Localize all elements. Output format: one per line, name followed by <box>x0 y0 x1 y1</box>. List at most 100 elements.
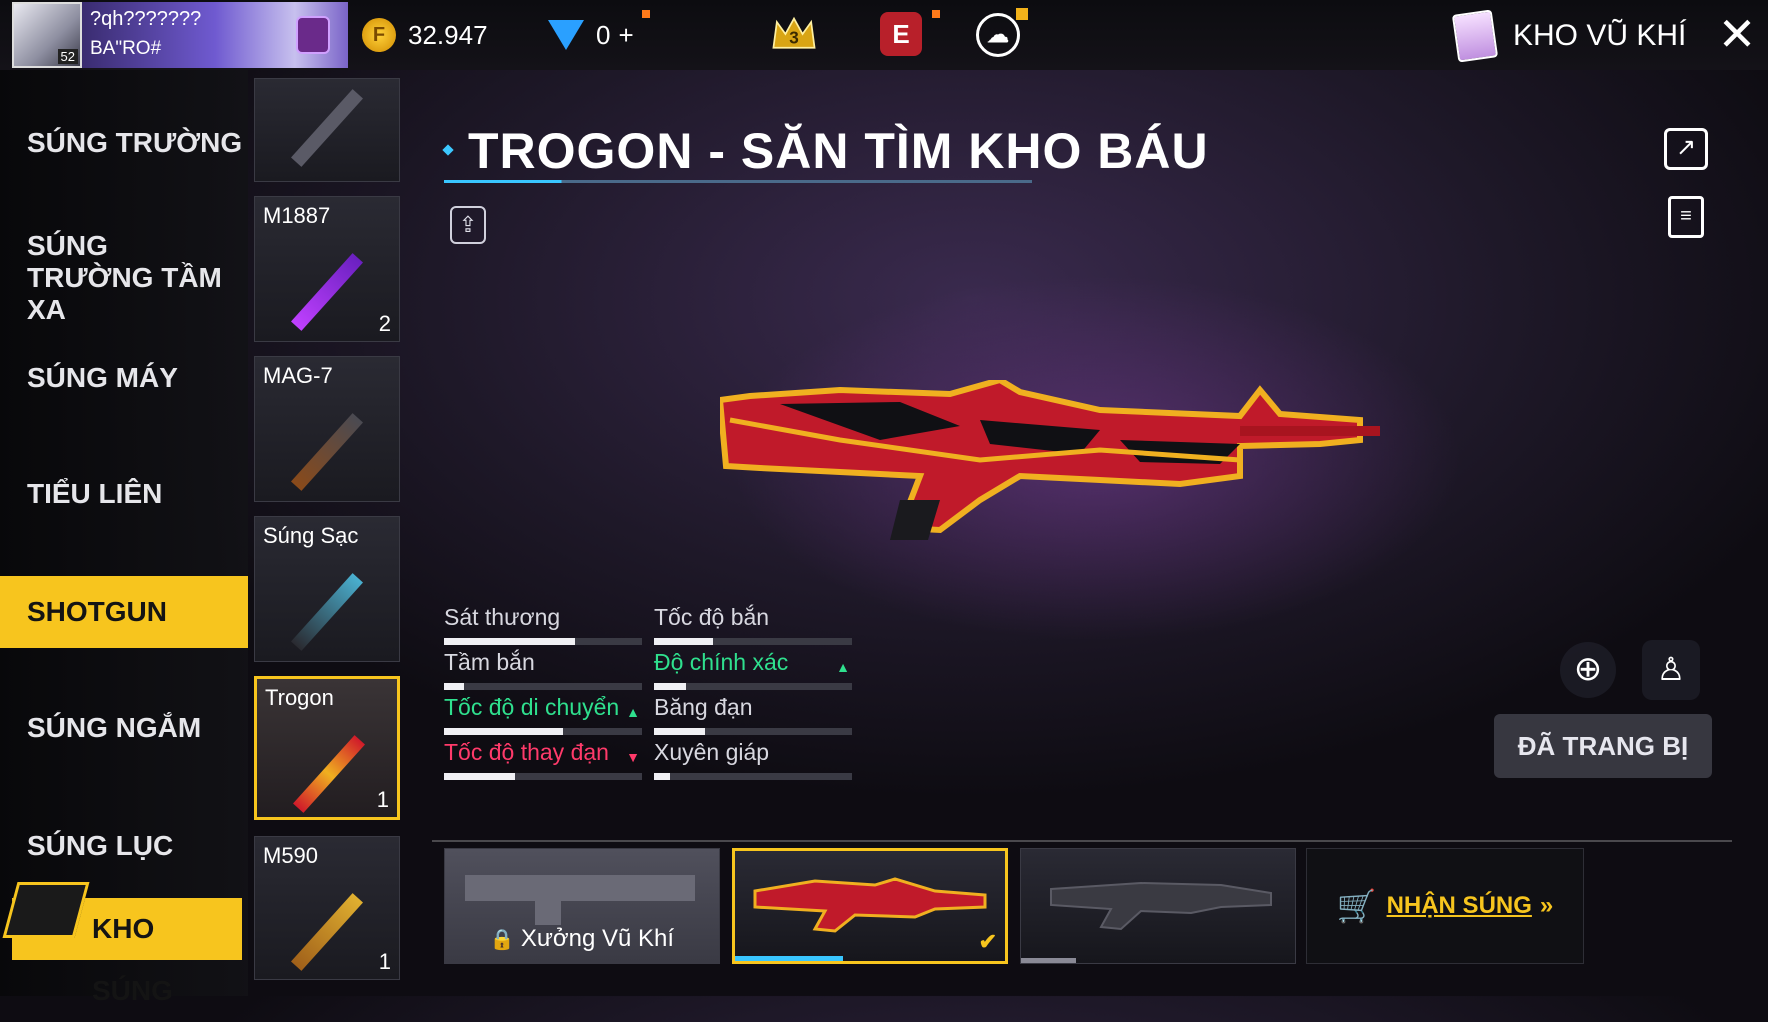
weapon-card-trogon[interactable]: Trogon 1 <box>254 676 400 820</box>
skin-trogon[interactable]: ✔ <box>732 848 1008 964</box>
weapon-card-m1887[interactable]: M1887 2 <box>254 196 400 342</box>
elite-pass-icon[interactable]: E <box>880 12 922 56</box>
lock-icon: 🔒 <box>489 929 515 951</box>
crown-icon: 3 <box>772 16 816 49</box>
share-icon[interactable]: ↗ <box>1664 128 1708 170</box>
double-chevron-icon: » <box>1539 892 1554 919</box>
divider <box>432 840 1732 842</box>
stat-reload-speed: Tốc độ thay đạn ▼ <box>444 739 642 783</box>
player-avatar[interactable]: 52 <box>12 2 82 68</box>
gift-icon <box>1016 8 1028 20</box>
stat-armor-penetration: Xuyên giáp <box>654 739 852 783</box>
cart-icon: 🛒 <box>1336 888 1377 924</box>
category-pistol[interactable]: SÚNG LỤC <box>0 830 248 862</box>
weapon-workshop-slot[interactable]: 🔒 Xưởng Vũ Khí <box>444 848 720 964</box>
weapon-card-mag7[interactable]: MAG-7 <box>254 356 400 502</box>
rank-crown-icon[interactable]: 3 <box>770 10 818 58</box>
diamond-amount: 0 <box>596 19 611 50</box>
diamond-icon <box>548 20 584 50</box>
zoom-in-icon[interactable]: ⊕ <box>1560 642 1616 698</box>
weapon-name: M1887 <box>263 203 331 228</box>
weapon-thumb <box>291 253 363 331</box>
stat-fill <box>654 728 706 735</box>
weapon-name: Trogon <box>265 685 334 710</box>
get-gun-button[interactable]: 🛒 NHẬN SÚNG » <box>1306 848 1584 964</box>
banner-badge-icon <box>296 16 330 54</box>
title-underline <box>444 180 1032 183</box>
stat-fill <box>444 638 575 645</box>
stat-up-arrow-icon: ▲ <box>836 659 850 675</box>
player-name: ?qh??????? <box>90 8 202 30</box>
weapon-count: 1 <box>376 787 389 812</box>
screen-title-text: KHO VŨ KHÍ <box>1513 19 1687 52</box>
gun-title: TROGON - SĂN TÌM KHO BÁU <box>468 123 1209 179</box>
stat-accuracy: Độ chính xác ▲ <box>654 649 852 693</box>
gold-amount: 32.947 <box>408 19 488 50</box>
skin-default-thumb <box>1050 881 1272 931</box>
player-level: 52 <box>57 49 78 64</box>
notification-dot <box>932 10 940 18</box>
skin-trogon-thumb <box>753 877 987 933</box>
notification-dot <box>642 10 650 18</box>
weapon-card-m590[interactable]: M590 1 <box>254 836 400 980</box>
diamond-currency[interactable]: 0 + <box>548 17 634 53</box>
equipped-button[interactable]: ĐÃ TRANG BỊ <box>1494 714 1712 778</box>
character-pose-icon[interactable]: ♙ <box>1642 640 1700 700</box>
weapon-thumb <box>291 573 363 651</box>
stat-range: Tầm bắn <box>444 649 642 693</box>
weapon-thumb <box>291 89 363 167</box>
weapon-card-charge-gun[interactable]: Súng Sạc <box>254 516 400 662</box>
stat-fill <box>654 638 714 645</box>
stat-fill <box>444 728 563 735</box>
trogon-gun-model[interactable] <box>720 380 1450 580</box>
detail-search-icon[interactable]: ≡ <box>1668 196 1704 238</box>
elite-pass-label: E <box>892 18 910 49</box>
stat-fill <box>444 683 464 690</box>
category-sniper[interactable]: SÚNG NGẮM <box>0 712 248 744</box>
title-marker <box>442 144 454 156</box>
top-bar: 52 ?qh??????? BA"RO# F 32.947 0 + 3 E ☁ … <box>0 0 1768 70</box>
workshop-label: Xưởng Vũ Khí <box>520 925 675 952</box>
weapon-name: M590 <box>263 843 319 868</box>
weapon-thumb <box>291 893 363 971</box>
diamond-add-button[interactable]: + <box>618 20 633 51</box>
close-icon[interactable]: ✕ <box>1714 11 1760 60</box>
stat-fill <box>654 773 670 780</box>
armory-book-icon <box>1451 9 1499 63</box>
category-long-rifle[interactable]: SÚNG TRƯỜNG TẦM XA <box>0 230 230 326</box>
cloud-gift-icon[interactable]: ☁ <box>976 13 1020 57</box>
player-guild: BA"RO# <box>90 38 162 59</box>
skin-progress <box>1021 958 1076 963</box>
stat-damage: Sát thương <box>444 604 642 648</box>
stat-fill <box>654 683 686 690</box>
weapon-thumb <box>291 413 363 491</box>
weapon-name: MAG-7 <box>263 363 333 388</box>
upgrade-icon[interactable]: ⇪ <box>450 206 486 244</box>
rank-number: 3 <box>789 27 799 47</box>
category-rifle[interactable]: SÚNG TRƯỜNG <box>0 127 248 159</box>
gold-currency: F 32.947 <box>362 17 488 53</box>
get-gun-label: NHẬN SÚNG <box>1386 892 1532 919</box>
category-shotgun[interactable]: SHOTGUN <box>0 576 248 648</box>
gold-coin-icon: F <box>362 18 396 52</box>
checkmark-icon: ✔ <box>978 929 997 954</box>
skin-progress <box>735 956 843 961</box>
skin-default[interactable] <box>1020 848 1296 964</box>
stat-up-arrow-icon: ▲ <box>626 704 640 720</box>
pistol-icon <box>2 882 90 938</box>
weapon-count: 2 <box>378 311 391 336</box>
weapon-name: Súng Sạc <box>263 523 359 548</box>
category-machine-gun[interactable]: SÚNG MÁY <box>0 362 248 394</box>
workshop-gun-silhouette <box>465 875 695 925</box>
stat-movement-speed: Tốc độ di chuyển ▲ <box>444 694 642 738</box>
weapon-count: 1 <box>378 949 391 974</box>
stat-rate-of-fire: Tốc độ bắn <box>654 604 852 648</box>
stat-fill <box>444 773 516 780</box>
category-smg[interactable]: TIỂU LIÊN <box>0 478 248 510</box>
stat-down-arrow-icon: ▼ <box>626 749 640 765</box>
weapon-thumb <box>293 735 365 813</box>
player-banner[interactable]: ?qh??????? BA"RO# <box>82 2 348 68</box>
stat-magazine: Băng đạn <box>654 694 852 738</box>
weapon-card[interactable] <box>254 78 400 182</box>
screen-title: KHO VŨ KHÍ <box>1451 9 1687 63</box>
